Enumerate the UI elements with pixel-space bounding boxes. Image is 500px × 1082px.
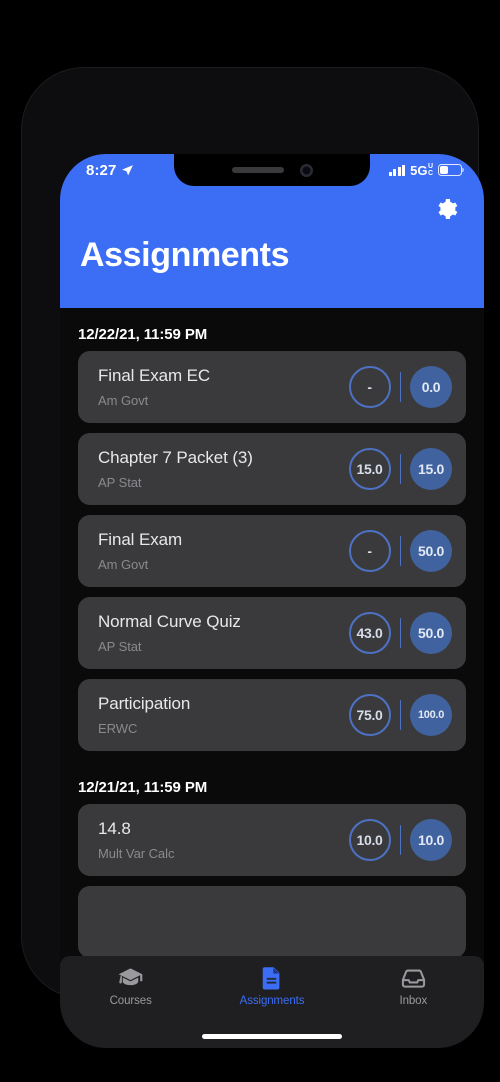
assignment-course: ERWC — [98, 721, 138, 736]
front-camera — [299, 163, 313, 177]
assignment-course: Am Govt — [98, 557, 149, 572]
assignment-card[interactable]: 14.8 Mult Var Calc 10.0 10.0 — [78, 804, 466, 876]
document-icon — [263, 967, 280, 990]
section-date-header: 12/22/21, 11:59 PM — [78, 326, 208, 343]
assignment-text-group: Final Exam Am Govt — [98, 530, 349, 572]
tab-courses[interactable]: Courses — [60, 965, 201, 1007]
assignment-card[interactable]: Final Exam Am Govt -50.0 — [78, 515, 466, 587]
assignment-scores: 10.0 10.0 — [348, 819, 452, 861]
assignment-title: Normal Curve Quiz — [98, 612, 241, 631]
battery-icon — [438, 164, 465, 176]
header-actions — [60, 186, 484, 226]
assignment-course: Mult Var Calc — [98, 846, 175, 861]
tab-inbox[interactable]: Inbox — [343, 965, 484, 1007]
score-total: 10.0 — [410, 819, 452, 861]
assignment-title: Participation — [98, 694, 191, 713]
assignment-text-group: 14.8 Mult Var Calc — [98, 819, 349, 861]
graduation-cap-icon — [118, 968, 143, 986]
score-total: 0.0 — [410, 366, 452, 408]
assignment-card-partial[interactable] — [78, 886, 466, 958]
battery-fill — [440, 166, 448, 174]
gear-icon — [438, 199, 458, 219]
phone-frame: 8:27 5G U C Assignments 12/22/21, 11:59 … — [22, 68, 484, 1048]
score-divider — [399, 372, 401, 402]
score-divider — [399, 825, 401, 855]
page-title: Assignments — [80, 236, 290, 274]
score-total: 50.0 — [410, 612, 452, 654]
score-earned: - — [348, 530, 391, 572]
cellular-signal-icon — [388, 164, 406, 176]
score-total: 50.0 — [410, 530, 452, 572]
score-earned: 75.0 — [348, 694, 391, 736]
assignment-text-group: Chapter 7 Packet (3) AP Stat — [98, 448, 349, 490]
phone-screen: 8:27 5G U C Assignments 12/22/21, 11:59 … — [60, 154, 484, 1048]
status-indicators: 5G U C — [388, 163, 465, 177]
assignment-course: AP Stat — [98, 639, 142, 654]
score-divider — [399, 454, 401, 484]
assignment-text-group: Final Exam EC Am Govt — [98, 366, 349, 408]
assignment-course: AP Stat — [98, 475, 142, 490]
assignment-scores: 75.0 100.0 — [348, 694, 452, 736]
score-earned: - — [348, 366, 391, 408]
assignment-text-group: Participation ERWC — [98, 694, 349, 736]
assignment-text-group: Normal Curve Quiz AP Stat — [98, 612, 349, 654]
assignment-course: Am Govt — [98, 393, 149, 408]
score-total: 100.0 — [410, 694, 452, 736]
home-indicator[interactable] — [202, 1034, 342, 1039]
assignment-title: Final Exam EC — [98, 366, 211, 385]
assignment-title: Final Exam — [98, 530, 183, 549]
settings-button[interactable] — [430, 192, 464, 226]
speaker-grill — [231, 167, 284, 173]
network-generation: 5G — [410, 162, 428, 178]
score-divider — [399, 536, 401, 566]
score-earned: 15.0 — [348, 448, 391, 490]
assignment-scores: -0.0 — [348, 366, 452, 408]
assignment-scores: 15.0 15.0 — [348, 448, 452, 490]
section-date-header: 12/21/21, 11:59 PM — [78, 779, 208, 796]
tab-inbox-label: Inbox — [399, 995, 428, 1007]
network-type-label: 5G U C — [410, 163, 433, 177]
network-band-suffix: U C — [427, 163, 433, 177]
assignment-scores: -50.0 — [348, 530, 452, 572]
status-time-group: 8:27 — [86, 162, 134, 179]
score-divider — [399, 700, 401, 730]
assignments-list[interactable]: 12/22/21, 11:59 PM Final Exam EC Am Govt -0… — [60, 308, 484, 1048]
score-total: 15.0 — [410, 448, 452, 490]
assignment-title: Chapter 7 Packet (3) — [98, 448, 253, 467]
notch — [174, 154, 370, 186]
assignment-scores: 43.0 50.0 — [348, 612, 452, 654]
assignment-card[interactable]: Final Exam EC Am Govt -0.0 — [78, 351, 466, 423]
assignment-card[interactable]: Normal Curve Quiz AP Stat 43.0 50.0 — [78, 597, 466, 669]
location-arrow-icon — [122, 164, 134, 175]
inbox-tray-icon — [401, 969, 425, 988]
score-divider — [399, 618, 401, 648]
score-earned: 43.0 — [348, 612, 391, 654]
assignment-card[interactable]: Chapter 7 Packet (3) AP Stat 15.0 15.0 — [78, 433, 466, 505]
tab-assignments-label: Assignments — [239, 995, 305, 1007]
status-time-label: 8:27 — [86, 161, 117, 179]
assignment-title: 14.8 — [98, 819, 131, 838]
assignment-card[interactable]: Participation ERWC 75.0 100.0 — [78, 679, 466, 751]
score-earned: 10.0 — [348, 819, 391, 861]
tab-assignments[interactable]: Assignments — [201, 965, 342, 1007]
tab-courses-label: Courses — [109, 995, 152, 1007]
tab-bar: Courses Assignments Inbox — [60, 956, 484, 1048]
